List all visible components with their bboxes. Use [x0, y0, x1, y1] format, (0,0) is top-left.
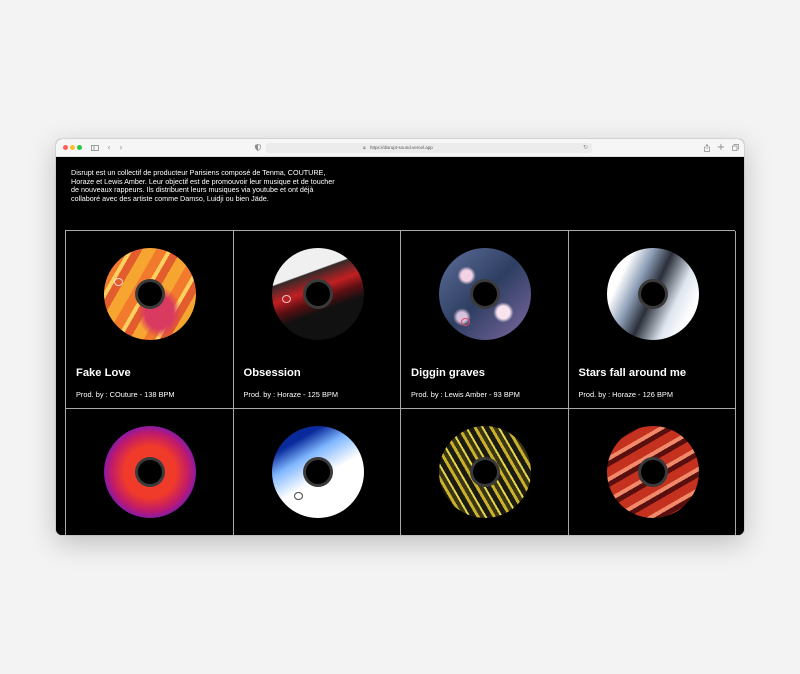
- tabs-overview-icon[interactable]: [730, 141, 740, 154]
- vinyl-cover: [606, 426, 699, 518]
- tracks-grid: Fake Love Prod. by : COuture - 138 BPM O…: [65, 230, 736, 535]
- vinyl-cover: [606, 248, 699, 340]
- address-url: https://disrupt-sound.vercel.app: [370, 145, 433, 150]
- reload-icon[interactable]: ↻: [583, 143, 588, 153]
- zoom-window-button[interactable]: [77, 145, 82, 150]
- browser-toolbar: ‹ › 🔒︎ https://disrupt-sound.vercel.app …: [56, 139, 744, 157]
- plus-icon[interactable]: +: [716, 141, 726, 154]
- track-card[interactable]: [569, 409, 736, 535]
- address-bar[interactable]: 🔒︎ https://disrupt-sound.vercel.app ↻: [266, 143, 592, 153]
- chevron-left-icon[interactable]: ‹: [105, 141, 113, 154]
- track-card[interactable]: Obsession Prod. by : Horaze - 125 BPM: [233, 231, 401, 409]
- vinyl-cover: [271, 248, 364, 340]
- track-card[interactable]: Stars fall around me Prod. by : Horaze -…: [568, 231, 736, 409]
- vinyl-cover: [104, 426, 196, 518]
- track-title: Stars fall around me: [578, 367, 687, 379]
- track-card[interactable]: [401, 409, 569, 535]
- lock-icon: 🔒︎: [363, 145, 366, 151]
- vinyl-cover: [439, 248, 531, 340]
- close-window-button[interactable]: [63, 145, 68, 150]
- track-meta: Prod. by : Lewis Amber - 93 BPM: [411, 390, 520, 399]
- shield-icon[interactable]: [253, 141, 263, 154]
- vinyl-cover: [104, 248, 196, 340]
- chevron-right-icon[interactable]: ›: [117, 141, 125, 154]
- track-meta: Prod. by : Horaze - 126 BPM: [578, 390, 673, 399]
- track-card[interactable]: Fake Love Prod. by : COuture - 138 BPM: [66, 231, 234, 409]
- track-meta: Prod. by : Horaze - 125 BPM: [243, 390, 338, 399]
- sidebar-icon[interactable]: [90, 141, 100, 154]
- track-card[interactable]: [234, 409, 401, 535]
- track-meta: Prod. by : COuture - 138 BPM: [76, 390, 175, 399]
- page-content: Disrupt est un collectif de producteur P…: [56, 157, 744, 535]
- minimize-window-button[interactable]: [70, 145, 75, 150]
- browser-window: ‹ › 🔒︎ https://disrupt-sound.vercel.app …: [56, 139, 744, 535]
- track-title: Obsession: [243, 367, 301, 379]
- vinyl-cover: [439, 426, 531, 518]
- vinyl-cover: [271, 426, 364, 518]
- track-title: Fake Love: [76, 367, 131, 379]
- track-title: Diggin graves: [411, 367, 485, 379]
- track-card[interactable]: [66, 409, 234, 535]
- share-icon[interactable]: [702, 141, 712, 154]
- intro-text: Disrupt est un collectif de producteur P…: [71, 168, 335, 203]
- track-card[interactable]: Diggin graves Prod. by : Lewis Amber - 9…: [401, 231, 569, 409]
